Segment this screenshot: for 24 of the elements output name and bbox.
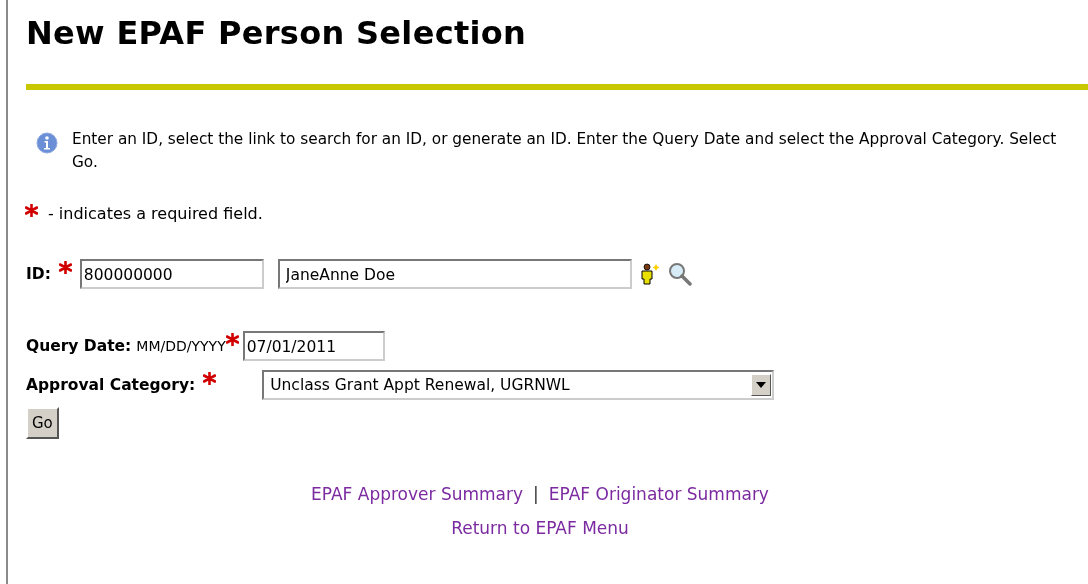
person-icon[interactable] (639, 263, 660, 285)
page-title: New EPAF Person Selection (26, 13, 528, 52)
caret-icon (756, 382, 767, 388)
query-date-field[interactable]: 07/01/2011 (242, 331, 385, 361)
required-icon (58, 261, 72, 274)
required-note: - indicates a required field. (48, 204, 263, 223)
info-icon (36, 132, 58, 154)
id-label: ID: (26, 265, 51, 283)
required-icon (203, 372, 217, 385)
approval-category-label: Approval Category: (26, 376, 196, 394)
menu-link[interactable]: Return to EPAF Menu (451, 511, 629, 545)
approval-category-dropdown[interactable]: Unclass Grant Appt Renewal, UGRNWL (262, 370, 775, 400)
summary-link[interactable]: EPAF Approver Summary (311, 477, 524, 511)
link-separator: | (533, 483, 539, 506)
summary-link[interactable]: EPAF Originator Summary (548, 477, 769, 511)
id-field[interactable]: 800000000 (79, 259, 264, 289)
query-date-label: Query Date: (26, 337, 132, 355)
search-icon[interactable] (667, 262, 694, 286)
date-format-hint: MM/DD/YYYY (136, 338, 226, 354)
required-icon (225, 333, 239, 346)
go-button[interactable]: Go (26, 407, 59, 439)
info-text: Enter an ID, select the link to search for an ID, or generate an ID. Enter the Query Date and select the Approval Category. Select Go. (72, 129, 1058, 173)
name-field[interactable]: JaneAnne Doe (277, 259, 632, 289)
required-icon (25, 204, 38, 217)
